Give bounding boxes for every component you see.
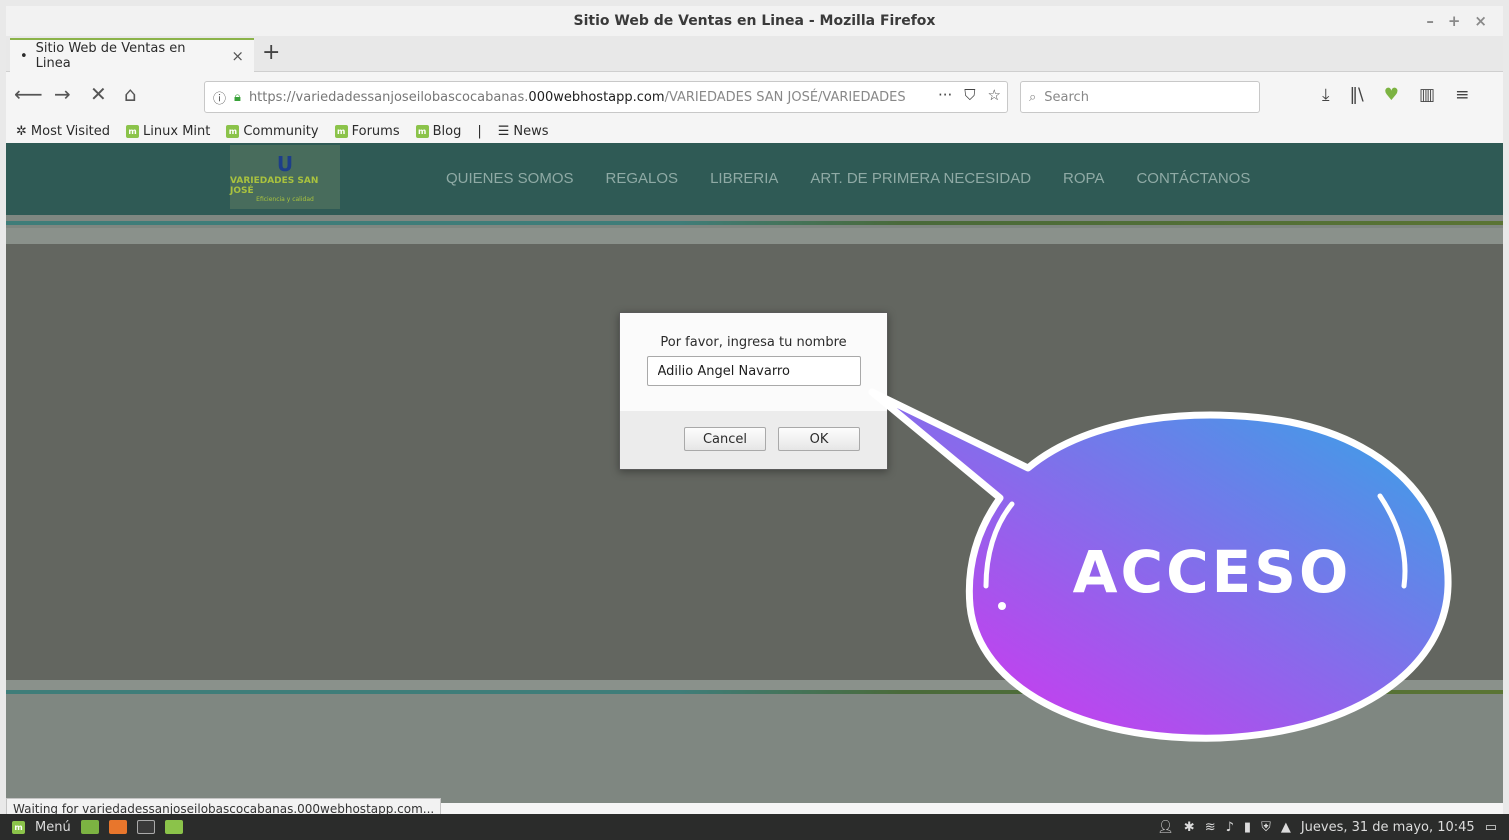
search-placeholder: Search bbox=[1044, 89, 1089, 105]
page-actions-icon[interactable]: ··· bbox=[938, 86, 952, 104]
sidebar-icon[interactable]: ▥ bbox=[1419, 85, 1435, 105]
mint-icon: m bbox=[415, 124, 429, 138]
bookmark-linux-mint[interactable]: m Linux Mint bbox=[126, 124, 210, 139]
extension-icon[interactable]: ♥ bbox=[1384, 85, 1399, 105]
browser-window: Sitio Web de Ventas en Linea - Mozilla F… bbox=[6, 6, 1503, 840]
clock[interactable]: Jueves, 31 de mayo, 10:45 bbox=[1301, 820, 1475, 835]
taskbar: m Menú 👤︎ ✱ ≋ ♪ ▮ ⛨ ▲ Jueves, 31 de mayo… bbox=[0, 814, 1509, 840]
new-tab-icon[interactable]: + bbox=[262, 40, 280, 65]
menu-item-ropa[interactable]: ROPA bbox=[1063, 170, 1104, 187]
window-title: Sitio Web de Ventas en Linea - Mozilla F… bbox=[573, 13, 936, 29]
update-icon[interactable]: ▲ bbox=[1281, 820, 1291, 835]
battery-icon[interactable]: ▮ bbox=[1244, 820, 1251, 835]
tab-label: Sitio Web de Ventas en Linea bbox=[35, 41, 186, 71]
decor-stripe bbox=[6, 221, 1503, 225]
shield-icon[interactable]: ⛨ bbox=[1261, 820, 1271, 835]
window-titlebar: Sitio Web de Ventas en Linea - Mozilla F… bbox=[6, 6, 1503, 36]
taskbar-left: m Menú bbox=[0, 820, 183, 835]
decor-band bbox=[6, 228, 1503, 244]
url-domain: 000webhostapp.com bbox=[528, 89, 665, 105]
home-icon[interactable]: ⌂ bbox=[124, 82, 137, 106]
show-desktop-icon[interactable] bbox=[80, 820, 99, 834]
gear-icon: ✲ bbox=[16, 123, 27, 139]
minimize-icon[interactable]: – bbox=[1426, 12, 1434, 30]
notifications-icon[interactable]: ▭ bbox=[1485, 820, 1497, 835]
dialog-prompt: Por favor, ingresa tu nombre bbox=[660, 335, 847, 350]
firefox-icon[interactable] bbox=[108, 820, 127, 834]
lock-icon: 🔒︎ bbox=[234, 89, 241, 105]
bookmark-news[interactable]: ☰ News bbox=[498, 124, 549, 139]
site-navbar: U VARIEDADES SAN JOSÉ Eficiencia y calid… bbox=[6, 143, 1503, 215]
bookmark-separator: | bbox=[477, 123, 482, 139]
files-icon[interactable] bbox=[164, 820, 183, 834]
bookmark-star-icon[interactable]: ☆ bbox=[988, 86, 1001, 104]
decor-stripe bbox=[6, 690, 1503, 694]
menu-item-primera-necesidad[interactable]: ART. DE PRIMERA NECESIDAD bbox=[810, 170, 1031, 187]
toolbar-right: ⤓ ‖\ ♥ ▥ ≡ bbox=[1322, 85, 1469, 105]
maximize-icon[interactable]: + bbox=[1448, 12, 1461, 30]
download-icon[interactable]: ⤓ bbox=[1322, 85, 1330, 105]
prompt-dialog: Por favor, ingresa tu nombre Cancel OK bbox=[619, 312, 888, 470]
url-actions: ··· ⛉ ☆ bbox=[929, 86, 1001, 104]
taskbar-menu-label[interactable]: Menú bbox=[35, 820, 71, 835]
decor-band bbox=[6, 680, 1503, 690]
cancel-button[interactable]: Cancel bbox=[684, 427, 766, 451]
back-icon[interactable]: ⟵ bbox=[14, 82, 43, 106]
user-icon[interactable]: 👤︎ bbox=[1157, 820, 1174, 835]
terminal-icon[interactable] bbox=[136, 820, 155, 834]
logo-name: VARIEDADES SAN JOSÉ bbox=[230, 175, 319, 196]
rss-icon: ☰ bbox=[497, 123, 510, 139]
wifi-icon[interactable]: ≋ bbox=[1205, 820, 1216, 835]
menu-item-contactanos[interactable]: CONTÁCTANOS bbox=[1136, 170, 1250, 187]
bookmark-most-visited[interactable]: ✲ Most Visited bbox=[16, 124, 110, 139]
url-path: /VARIEDADES SAN JOSÉ/VARIEDADES bbox=[664, 89, 906, 105]
tab-bar: • Sitio Web de Ventas en Linea × + bbox=[6, 36, 1503, 72]
url-host: https://variedadessanjoseilobascocabanas… bbox=[248, 89, 529, 105]
ok-button[interactable]: OK bbox=[778, 427, 860, 451]
tab-active[interactable]: • Sitio Web de Ventas en Linea × bbox=[10, 38, 254, 72]
bookmark-community[interactable]: m Community bbox=[226, 124, 319, 139]
mint-icon: m bbox=[334, 124, 348, 138]
info-icon[interactable]: ⓘ bbox=[213, 88, 226, 107]
site-menu: QUIENES SOMOS REGALOS LIBRERIA ART. DE P… bbox=[446, 170, 1250, 187]
bluetooth-icon[interactable]: ✱ bbox=[1184, 820, 1195, 835]
bookmark-blog[interactable]: m Blog bbox=[415, 124, 461, 139]
mint-menu-icon[interactable]: m bbox=[12, 820, 25, 834]
stop-icon[interactable]: ✕ bbox=[90, 82, 107, 106]
menu-item-quienes-somos[interactable]: QUIENES SOMOS bbox=[446, 170, 574, 187]
taskbar-tray: 👤︎ ✱ ≋ ♪ ▮ ⛨ ▲ Jueves, 31 de mayo, 10:45… bbox=[1157, 820, 1509, 835]
bookmarks-toolbar: ✲ Most Visited m Linux Mint m Community m Fo… bbox=[6, 119, 1503, 143]
close-window-icon[interactable]: × bbox=[1474, 12, 1487, 30]
pocket-icon[interactable]: ⛉ bbox=[964, 86, 975, 104]
site-logo[interactable]: U VARIEDADES SAN JOSÉ Eficiencia y calid… bbox=[230, 145, 340, 209]
menu-item-libreria[interactable]: LIBRERIA bbox=[710, 170, 778, 187]
close-tab-icon[interactable]: × bbox=[231, 47, 244, 65]
window-controls: – + × bbox=[1426, 12, 1487, 30]
volume-icon[interactable]: ♪ bbox=[1226, 820, 1234, 835]
library-icon[interactable]: ‖\ bbox=[1350, 85, 1364, 105]
name-input[interactable] bbox=[646, 356, 861, 386]
menu-item-regalos[interactable]: REGALOS bbox=[606, 170, 679, 187]
menu-icon[interactable]: ≡ bbox=[1455, 85, 1469, 105]
logo-mark-icon: U bbox=[276, 151, 294, 176]
url-bar[interactable]: ⓘ 🔒︎ https://variedadessanjoseilobascoca… bbox=[204, 81, 1008, 113]
page-content: U VARIEDADES SAN JOSÉ Eficiencia y calid… bbox=[6, 143, 1503, 803]
bookmark-forums[interactable]: m Forums bbox=[334, 124, 400, 139]
mint-icon: m bbox=[226, 124, 240, 138]
mint-icon: m bbox=[126, 124, 140, 138]
search-bar[interactable]: ⌕ Search bbox=[1020, 81, 1260, 113]
search-icon: ⌕ bbox=[1029, 89, 1037, 105]
forward-icon[interactable]: → bbox=[54, 82, 71, 106]
navigation-toolbar: ⟵ → ✕ ⌂ ⓘ 🔒︎ https://variedadessanjoseil… bbox=[6, 73, 1503, 119]
tab-loading-icon: • bbox=[20, 48, 28, 64]
logo-tagline: Eficiencia y calidad bbox=[256, 195, 314, 203]
